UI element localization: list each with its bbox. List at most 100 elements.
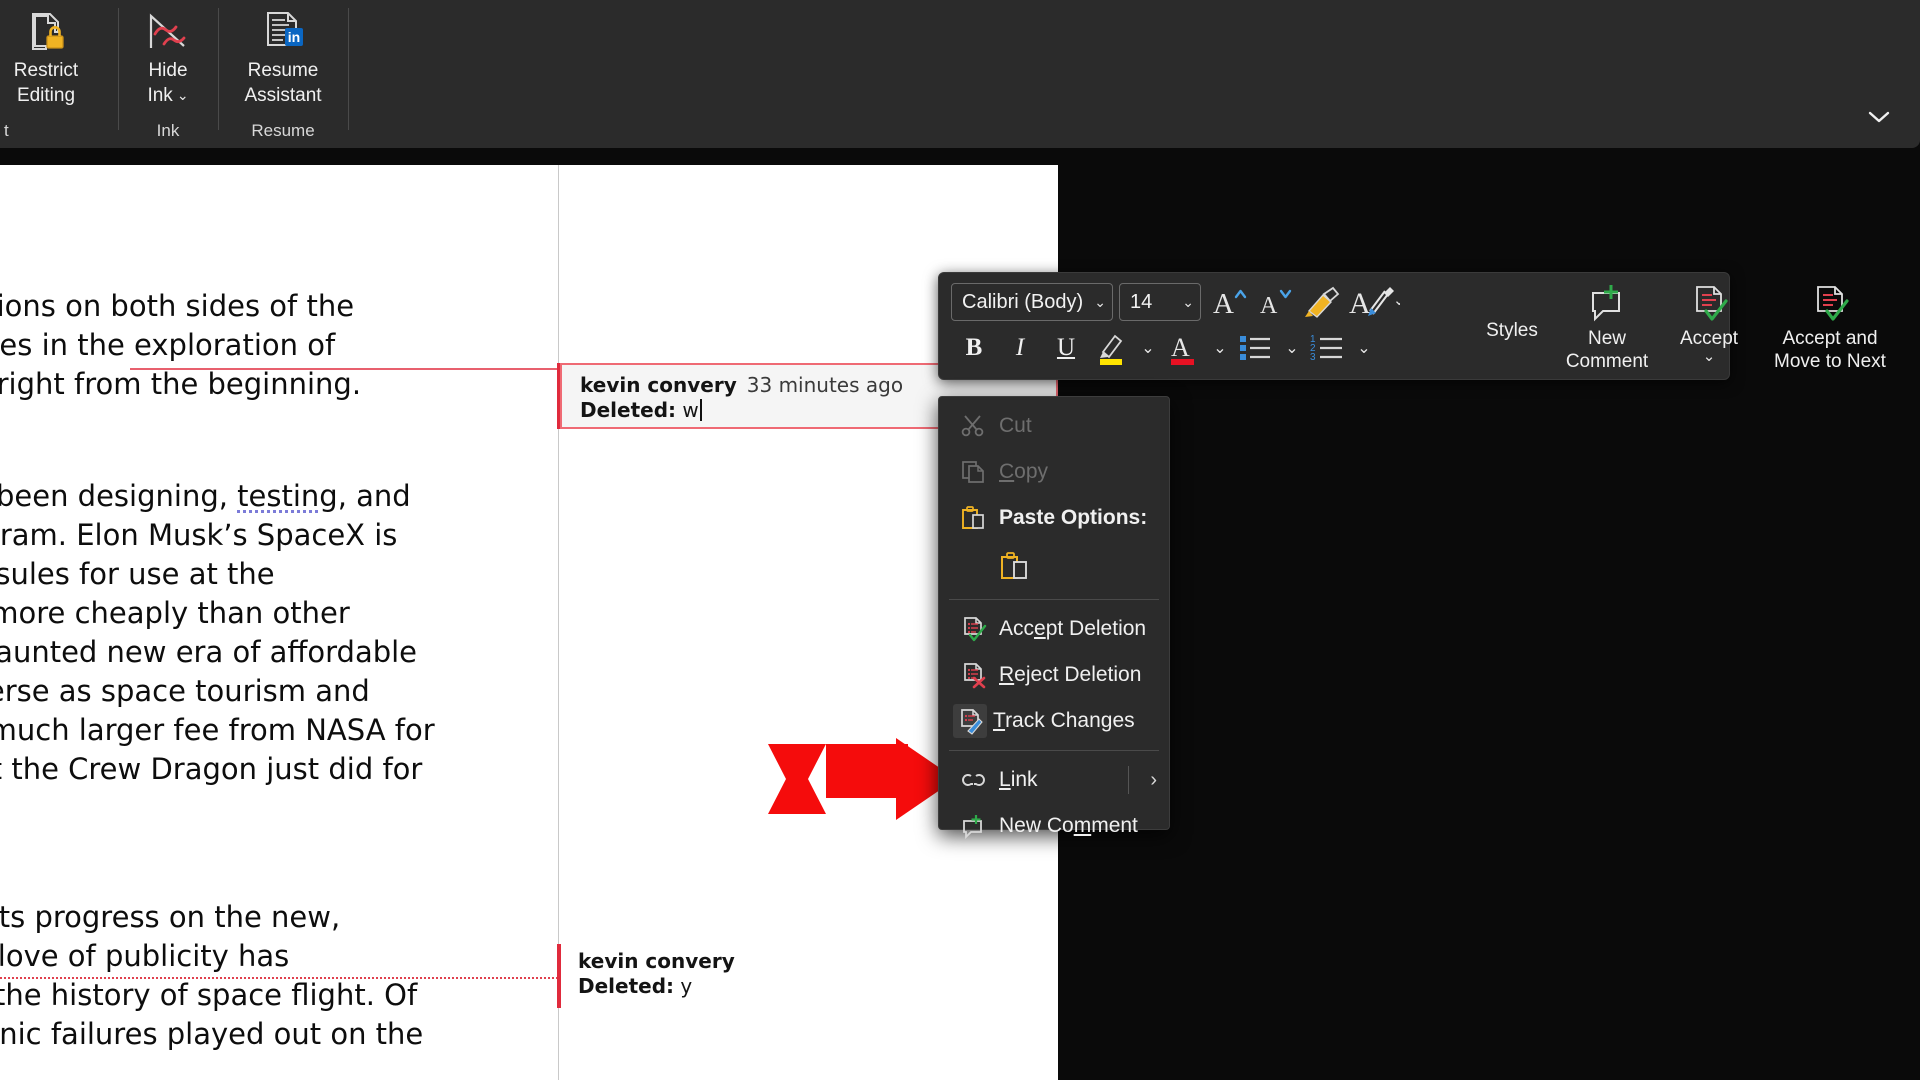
document-lock-icon bbox=[21, 6, 71, 56]
context-menu-item-track-changes[interactable]: Track Changes bbox=[939, 698, 1169, 744]
decrease-font-size-icon: A bbox=[1257, 285, 1295, 319]
increase-font-size-button[interactable]: A bbox=[1207, 281, 1253, 323]
context-menu-item-accept-deletion[interactable]: Accept Deletion bbox=[939, 606, 1169, 652]
bullets-button[interactable] bbox=[1233, 327, 1279, 369]
balloon-1-timestamp: 33 minutes ago bbox=[747, 373, 903, 397]
decrease-font-size-button[interactable]: A bbox=[1253, 281, 1299, 323]
new-comment-label: New Comment bbox=[1566, 327, 1648, 373]
text-effects-icon: A ⌄ bbox=[1348, 283, 1400, 321]
svg-text:3: 3 bbox=[1310, 352, 1316, 363]
styles-label: Styles bbox=[1486, 319, 1538, 342]
resume-assistant-label: Resume Assistant bbox=[244, 58, 321, 108]
highlight-color-dropdown[interactable]: ⌄ bbox=[1135, 327, 1161, 369]
balloon-1-change-label: Deleted: bbox=[580, 398, 676, 422]
word-window: Restrict Editing t bbox=[0, 0, 1920, 1080]
paste-keep-source-formatting-button[interactable] bbox=[993, 545, 1037, 589]
markup-balloon-2[interactable]: kevin convery Deleted: y bbox=[560, 941, 1058, 1011]
collapse-ribbon-button[interactable] bbox=[1862, 100, 1896, 134]
chevron-down-icon[interactable]: ⌄ bbox=[1703, 350, 1716, 364]
chevron-right-icon[interactable]: › bbox=[1150, 769, 1157, 792]
font-size-value: 14 bbox=[1130, 291, 1172, 314]
accept-revision-icon bbox=[1688, 281, 1730, 327]
format-painter-button[interactable] bbox=[1299, 281, 1345, 323]
context-menu-label-paste-options: Paste Options: bbox=[999, 506, 1147, 530]
font-color-icon: A bbox=[1167, 330, 1201, 366]
font-color-dropdown[interactable]: ⌄ bbox=[1207, 327, 1233, 369]
chevron-down-icon: ⌄ bbox=[1285, 338, 1298, 358]
ribbon: Restrict Editing t bbox=[0, 0, 1920, 148]
accept-and-move-to-next-button[interactable]: Accept and Move to Next bbox=[1755, 281, 1905, 373]
context-menu-separator-2 bbox=[949, 750, 1159, 751]
balloon-1-author: kevin convery bbox=[580, 373, 737, 397]
resume-assistant-button[interactable]: in Resume Assistant bbox=[223, 4, 343, 108]
text-cursor bbox=[700, 399, 702, 421]
paragraph-2-part-b: , and program. Elon Musk’s SpaceX is cap… bbox=[0, 479, 435, 786]
bullets-dropdown[interactable]: ⌄ bbox=[1279, 327, 1305, 369]
balloon-2-change-label: Deleted: bbox=[578, 974, 674, 998]
context-menu-item-link[interactable]: Link › bbox=[939, 757, 1169, 803]
svg-text:A: A bbox=[1171, 333, 1190, 362]
styles-button[interactable]: Styles bbox=[1467, 319, 1557, 342]
text-highlight-color-button[interactable] bbox=[1089, 327, 1135, 369]
revision-connector-line-2 bbox=[0, 977, 558, 979]
red-right-arrow-annotation bbox=[768, 738, 958, 825]
accept-move-next-icon bbox=[1809, 281, 1851, 327]
context-menu-item-new-comment[interactable]: New Comment bbox=[939, 803, 1169, 849]
mini-floating-toolbar[interactable]: Calibri (Body) ⌄ 14 ⌄ A A bbox=[938, 272, 1730, 380]
context-menu-label-new-comment: New Comment bbox=[999, 814, 1138, 838]
balloon-2-change-text: y bbox=[680, 974, 692, 998]
svg-text:A: A bbox=[1349, 287, 1371, 320]
context-menu-label-reject-deletion: Reject Deletion bbox=[999, 663, 1141, 687]
new-comment-icon bbox=[953, 814, 993, 839]
bold-button[interactable]: B bbox=[951, 327, 997, 369]
font-size-combo[interactable]: 14 ⌄ bbox=[1119, 283, 1201, 321]
svg-text:⌄: ⌄ bbox=[1393, 292, 1400, 309]
context-menu-item-paste-options[interactable]: Paste Options: bbox=[939, 495, 1169, 541]
new-comment-button[interactable]: New Comment bbox=[1551, 281, 1663, 373]
document-paragraph-2[interactable]: ave been designing, testing, and program… bbox=[0, 477, 554, 789]
markup-area-divider bbox=[558, 165, 559, 1080]
accept-deletion-icon bbox=[953, 616, 993, 643]
spelling-error-testing[interactable]: testing bbox=[237, 479, 338, 513]
context-menu-label-accept-deletion: Accept Deletion bbox=[999, 617, 1146, 641]
font-name-value: Calibri (Body) bbox=[962, 291, 1084, 314]
ribbon-group-label-ink: Ink bbox=[157, 118, 180, 148]
bullet-list-icon bbox=[1237, 331, 1275, 365]
accept-and-move-to-next-label: Accept and Move to Next bbox=[1774, 327, 1886, 373]
font-color-button[interactable]: A bbox=[1161, 327, 1207, 369]
context-menu-item-reject-deletion[interactable]: Reject Deletion bbox=[939, 652, 1169, 698]
context-menu-item-cut: Cut bbox=[939, 403, 1169, 449]
ribbon-group-divider bbox=[348, 0, 364, 148]
accept-button[interactable]: Accept ⌄ bbox=[1663, 281, 1755, 364]
hide-ink-icon bbox=[143, 6, 193, 56]
paragraph-button[interactable]: ¶ Paragraph bbox=[1905, 287, 1920, 356]
numbering-button[interactable]: 1 2 3 bbox=[1305, 327, 1351, 369]
context-menu-separator-1 bbox=[949, 599, 1159, 600]
italic-icon: I bbox=[1016, 334, 1024, 362]
font-name-combo[interactable]: Calibri (Body) ⌄ bbox=[951, 283, 1113, 321]
underline-icon: U bbox=[1057, 334, 1075, 362]
underline-button[interactable]: U bbox=[1043, 327, 1089, 369]
context-menu-label-link: Link bbox=[999, 768, 1038, 792]
document-paragraph-1[interactable]: opinions on both sides of the rprises in… bbox=[0, 287, 554, 404]
format-painter-icon bbox=[1303, 285, 1341, 319]
track-changes-icon bbox=[953, 704, 987, 738]
document-page[interactable]: opinions on both sides of the rprises in… bbox=[0, 165, 1058, 1080]
svg-text:A: A bbox=[1260, 293, 1278, 319]
numbering-dropdown[interactable]: ⌄ bbox=[1351, 327, 1377, 369]
restrict-editing-button[interactable]: Restrict Editing bbox=[0, 4, 94, 108]
revision-connector-line-1 bbox=[130, 368, 558, 370]
hide-ink-button[interactable]: Hide Ink⌄ bbox=[125, 4, 211, 108]
link-icon bbox=[953, 769, 993, 791]
context-menu-label-cut: Cut bbox=[999, 414, 1032, 438]
text-effects-button[interactable]: A ⌄ bbox=[1345, 281, 1403, 323]
italic-button[interactable]: I bbox=[997, 327, 1043, 369]
balloon-2-author: kevin convery bbox=[578, 949, 735, 973]
paragraph-2-part-a: ave been designing, bbox=[0, 479, 237, 513]
chevron-down-icon[interactable]: ⌄ bbox=[1094, 294, 1106, 311]
context-menu[interactable]: Cut Copy Paste Options: bbox=[938, 396, 1170, 830]
copy-icon bbox=[953, 459, 993, 485]
chevron-down-icon[interactable]: ⌄ bbox=[1182, 294, 1194, 311]
document-paragraph-3[interactable]: out its progress on the new, and love of… bbox=[0, 898, 554, 1054]
chevron-down-icon[interactable]: ⌄ bbox=[177, 83, 189, 108]
